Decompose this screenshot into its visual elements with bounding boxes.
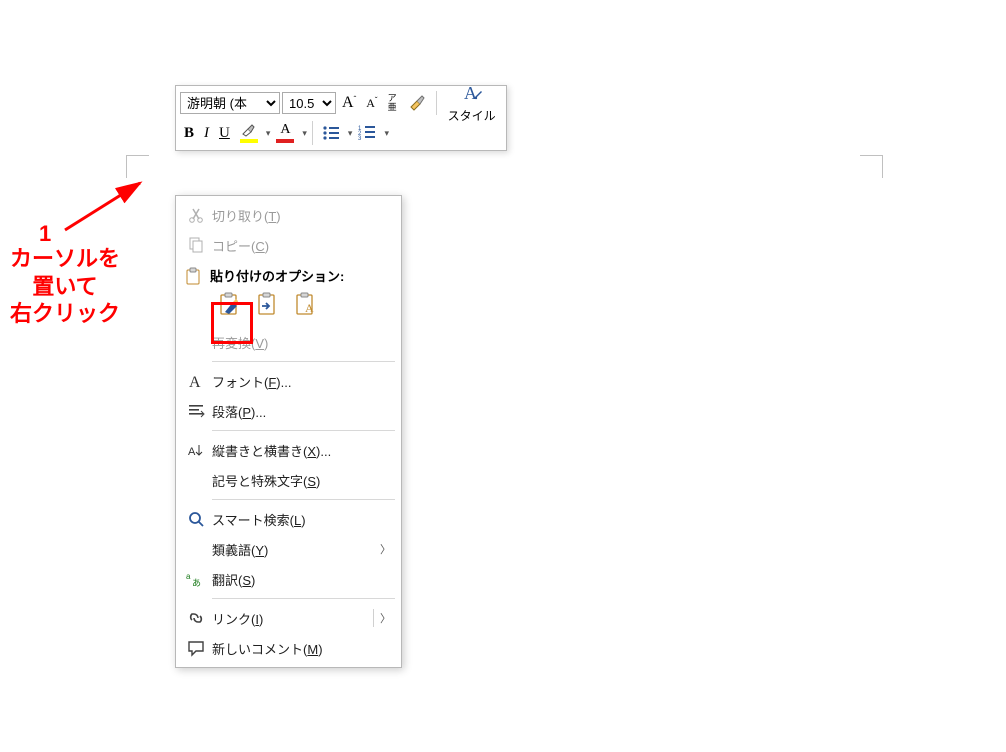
menu-copy: コピー(C) — [176, 230, 401, 260]
highlight-button[interactable] — [236, 121, 262, 145]
svg-text:A: A — [188, 446, 196, 458]
menu-reconvert-label: 再変換(V) — [210, 333, 391, 352]
numbering-button[interactable]: 1 2 3 — [354, 121, 380, 145]
menu-text-direction[interactable]: A 縦書きと横書き(X)... — [176, 435, 401, 465]
translate-icon: aあ — [182, 570, 210, 588]
menu-cut-label: 切り取り(T) — [210, 206, 391, 225]
menu-new-comment-label: 新しいコメント(M) — [210, 639, 391, 658]
copy-icon — [182, 236, 210, 254]
bold-button[interactable]: B — [180, 121, 198, 145]
paste-keep-source-button[interactable] — [214, 289, 246, 321]
menu-translate-label: 翻訳(S) — [210, 570, 391, 589]
paintbrush-icon — [407, 93, 427, 113]
highlight-dropdown[interactable]: ▾ — [266, 128, 271, 139]
font-color-button[interactable]: A — [272, 121, 298, 145]
styles-icon: A — [461, 83, 483, 105]
menu-link-label: リンク(I) — [210, 609, 367, 628]
annotation-step-1: 1 — [39, 220, 51, 248]
menu-new-comment[interactable]: 新しいコメント(M) — [176, 633, 401, 663]
menu-synonyms[interactable]: 類義語(Y) 〉 — [176, 534, 401, 564]
scissors-icon — [182, 206, 210, 224]
paragraph-icon — [182, 402, 210, 420]
menu-paragraph-label: 段落(P)... — [210, 402, 391, 421]
paste-options-label: 貼り付けのオプション: — [210, 264, 344, 289]
bullets-dropdown[interactable]: ▾ — [348, 128, 353, 139]
mini-toolbar: 游明朝 (本 10.5 Aˆ Aˇ ア 亜 A スタイル B I U — [175, 85, 507, 151]
font-color-dropdown[interactable]: ▾ — [302, 128, 307, 139]
shrink-font-button[interactable]: Aˇ — [362, 91, 381, 115]
numbering-icon: 1 2 3 — [358, 125, 376, 141]
paste-merge-icon — [255, 292, 281, 318]
comment-icon — [182, 639, 210, 657]
menu-paste-section: 貼り付けのオプション: — [176, 260, 401, 327]
context-menu: 切り取り(T) コピー(C) 貼り付けのオプション: — [175, 195, 402, 668]
numbering-dropdown[interactable]: ▾ — [384, 128, 389, 139]
paste-merge-button[interactable] — [252, 289, 284, 321]
svg-text:あ: あ — [192, 578, 201, 588]
svg-text:A: A — [189, 374, 201, 390]
svg-text:a: a — [186, 572, 191, 581]
chevron-right-icon: 〉 — [380, 541, 391, 557]
paste-text-only-icon: A — [293, 292, 319, 318]
text-direction-icon: A — [182, 441, 210, 459]
annotation-arrow — [55, 175, 155, 235]
clipboard-icon — [176, 267, 210, 287]
menu-font[interactable]: A フォント(F)... — [176, 366, 401, 396]
menu-smart-lookup[interactable]: スマート検索(L) — [176, 504, 401, 534]
menu-font-label: フォント(F)... — [210, 372, 391, 391]
menu-cut: 切り取り(T) — [176, 200, 401, 230]
annotation-instruction: カーソルを 置いて 右クリック — [10, 245, 120, 328]
grow-font-button[interactable]: Aˆ — [338, 91, 360, 115]
font-size-combo[interactable]: 10.5 — [282, 92, 336, 114]
highlighter-icon — [240, 123, 258, 137]
bullets-button[interactable] — [318, 121, 344, 145]
menu-symbols[interactable]: 記号と特殊文字(S) — [176, 465, 401, 495]
font-name-combo[interactable]: 游明朝 (本 — [180, 92, 280, 114]
svg-text:A: A — [305, 301, 314, 315]
page-corner-top-right — [860, 155, 883, 178]
menu-copy-label: コピー(C) — [210, 236, 391, 255]
menu-paragraph[interactable]: 段落(P)... — [176, 396, 401, 426]
menu-separator — [212, 361, 395, 362]
menu-synonyms-label: 類義語(Y) — [210, 540, 380, 559]
menu-separator — [212, 598, 395, 599]
menu-reconvert: 再変換(V) — [176, 327, 401, 357]
menu-separator — [212, 499, 395, 500]
italic-button[interactable]: I — [200, 121, 213, 145]
svg-text:A: A — [464, 83, 477, 103]
menu-separator — [212, 430, 395, 431]
menu-smart-lookup-label: スマート検索(L) — [210, 510, 391, 529]
underline-button[interactable]: U — [215, 121, 234, 145]
styles-button[interactable]: A スタイル — [442, 77, 502, 129]
menu-text-direction-label: 縦書きと横書き(X)... — [210, 441, 391, 460]
svg-text:3: 3 — [358, 136, 362, 141]
link-icon — [182, 609, 210, 627]
menu-translate[interactable]: aあ 翻訳(S) — [176, 564, 401, 594]
search-icon — [182, 510, 210, 528]
styles-label: スタイル — [448, 107, 496, 124]
menu-symbols-label: 記号と特殊文字(S) — [210, 471, 391, 490]
phonetic-guide-button[interactable]: ア 亜 — [384, 91, 401, 115]
format-painter-button[interactable] — [403, 91, 431, 115]
font-icon: A — [182, 372, 210, 390]
menu-link[interactable]: リンク(I) 〉 — [176, 603, 401, 633]
bullets-icon — [322, 125, 340, 141]
paste-keep-source-icon — [217, 292, 243, 318]
chevron-right-icon: 〉 — [380, 610, 391, 626]
paste-text-only-button[interactable]: A — [290, 289, 322, 321]
page-corner-top-left — [126, 155, 149, 178]
